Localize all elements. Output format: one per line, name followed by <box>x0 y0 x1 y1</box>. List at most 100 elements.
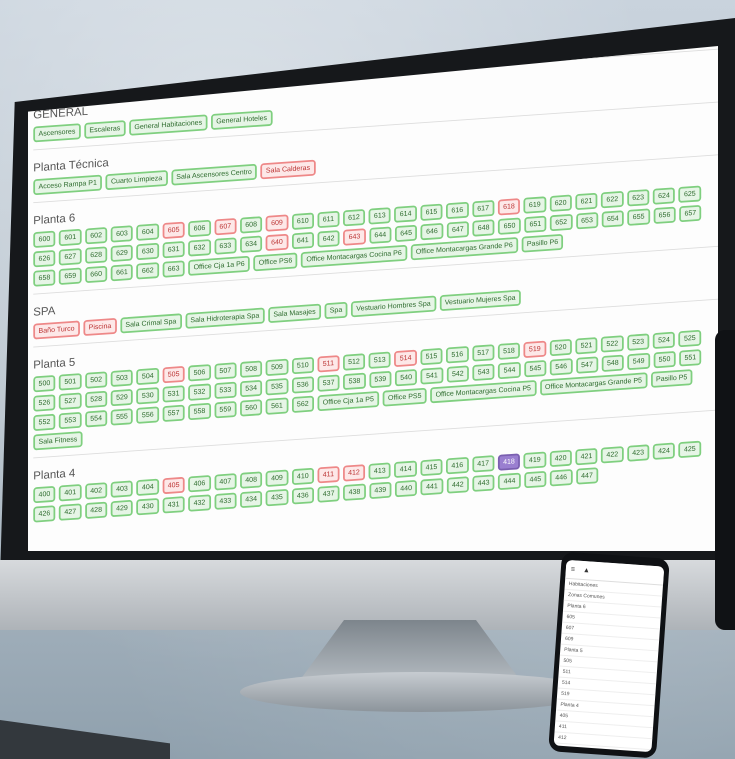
room-chip[interactable]: 648 <box>472 219 495 237</box>
room-chip[interactable]: 554 <box>84 410 108 428</box>
room-chip[interactable]: 419 <box>523 451 546 469</box>
room-chip[interactable]: 539 <box>369 370 392 389</box>
room-chip[interactable]: 617 <box>471 199 495 218</box>
room-chip[interactable]: 652 <box>550 213 573 232</box>
room-chip[interactable]: 536 <box>291 376 314 394</box>
room-chip[interactable]: 641 <box>291 231 314 250</box>
room-chip[interactable]: 433 <box>214 492 237 510</box>
room-chip[interactable]: 527 <box>59 392 82 410</box>
room-chip[interactable]: Pasillo P6 <box>521 233 564 253</box>
room-chip[interactable]: 420 <box>549 449 572 468</box>
room-chip[interactable]: 411 <box>317 465 340 484</box>
room-chip[interactable]: 520 <box>549 338 572 357</box>
room-chip[interactable]: 658 <box>33 269 56 287</box>
room-chip[interactable]: 610 <box>291 212 314 230</box>
room-chip[interactable]: 646 <box>420 222 444 241</box>
room-chip[interactable]: 534 <box>239 379 263 398</box>
room-chip[interactable]: Piscina <box>83 317 117 337</box>
room-chip[interactable]: 538 <box>343 372 366 391</box>
room-chip[interactable]: 505 <box>162 365 185 384</box>
room-chip[interactable]: 556 <box>136 406 159 424</box>
room-chip[interactable]: 558 <box>188 402 211 421</box>
room-chip[interactable]: 535 <box>265 378 289 396</box>
room-chip[interactable]: 619 <box>523 196 546 214</box>
room-chip[interactable]: 559 <box>214 401 237 419</box>
room-chip[interactable]: Office Cja 1a P5 <box>317 391 380 412</box>
room-chip[interactable]: 620 <box>549 194 572 212</box>
room-chip[interactable]: 553 <box>59 411 82 430</box>
room-chip[interactable]: 548 <box>601 354 624 372</box>
room-chip[interactable]: Sala Ascensores Centro <box>171 163 258 186</box>
room-chip[interactable]: 515 <box>420 347 443 366</box>
room-chip[interactable]: Sala Fitness <box>33 431 83 451</box>
room-chip[interactable]: 537 <box>317 374 340 392</box>
room-chip[interactable]: 540 <box>394 369 418 387</box>
room-chip[interactable]: 509 <box>265 358 289 377</box>
room-chip[interactable]: Acceso Rampa P1 <box>33 174 103 196</box>
room-chip[interactable]: 447 <box>575 467 599 485</box>
room-chip[interactable]: 429 <box>110 499 134 518</box>
room-chip[interactable]: 546 <box>550 358 573 376</box>
room-chip[interactable]: 611 <box>317 210 340 229</box>
room-chip[interactable]: 424 <box>652 442 676 460</box>
room-chip[interactable]: 603 <box>110 225 134 243</box>
room-chip[interactable]: 625 <box>678 185 701 203</box>
room-chip[interactable]: 654 <box>601 210 624 228</box>
room-chip[interactable]: 608 <box>239 216 263 234</box>
room-chip[interactable]: Vestuario Mujeres Spa <box>439 289 521 312</box>
room-chip[interactable]: 549 <box>627 352 650 371</box>
room-chip[interactable]: 414 <box>394 460 417 478</box>
room-chip[interactable]: 415 <box>420 458 443 477</box>
room-chip[interactable]: 543 <box>472 363 495 381</box>
room-chip[interactable]: Office Cja 1a P6 <box>188 255 250 276</box>
room-chip[interactable]: 441 <box>420 478 444 496</box>
room-chip[interactable]: 657 <box>679 204 702 223</box>
room-chip[interactable]: 634 <box>239 235 263 253</box>
room-chip[interactable]: 647 <box>446 221 469 239</box>
room-chip[interactable]: 655 <box>627 208 650 226</box>
room-chip[interactable]: 422 <box>601 446 624 464</box>
room-chip[interactable]: 514 <box>394 349 417 368</box>
room-chip[interactable]: 614 <box>394 205 417 223</box>
room-chip[interactable]: 407 <box>214 473 237 491</box>
room-chip[interactable]: 663 <box>162 260 185 278</box>
room-chip[interactable]: 607 <box>214 217 237 236</box>
room-chip[interactable]: 550 <box>653 350 676 369</box>
room-chip[interactable]: 512 <box>342 353 366 371</box>
room-chip[interactable]: 630 <box>136 242 159 261</box>
room-chip[interactable]: 560 <box>239 399 263 417</box>
room-chip[interactable]: General Hoteles <box>210 109 273 131</box>
room-chip[interactable]: 631 <box>162 240 185 259</box>
room-chip[interactable]: 408 <box>239 471 263 489</box>
room-chip[interactable]: Cuarto Limpieza <box>105 170 168 191</box>
room-chip[interactable]: 401 <box>59 484 82 502</box>
room-chip[interactable]: Sala Calderas <box>260 159 316 180</box>
room-chip[interactable]: 418 <box>497 453 521 471</box>
room-chip[interactable]: 507 <box>214 362 237 380</box>
room-chip[interactable]: 523 <box>626 333 650 351</box>
room-chip[interactable]: 642 <box>317 230 340 248</box>
room-chip[interactable]: 632 <box>188 239 211 257</box>
room-chip[interactable]: Sala Hidroterapia Spa <box>185 307 265 329</box>
room-chip[interactable]: Baño Turco <box>33 320 80 340</box>
room-chip[interactable]: 522 <box>601 335 624 353</box>
room-chip[interactable]: Sala Masajes <box>268 303 321 324</box>
room-chip[interactable]: 404 <box>136 478 159 497</box>
room-chip[interactable]: 439 <box>369 481 392 500</box>
room-chip[interactable]: 552 <box>33 413 56 432</box>
room-chip[interactable]: 532 <box>188 383 211 401</box>
room-chip[interactable]: 431 <box>162 496 185 514</box>
room-chip[interactable]: 443 <box>472 474 495 492</box>
room-chip[interactable]: 600 <box>33 230 56 249</box>
room-chip[interactable]: 427 <box>59 503 82 521</box>
room-chip[interactable]: 530 <box>136 387 159 405</box>
room-chip[interactable]: 430 <box>136 497 159 516</box>
room-chip[interactable]: 662 <box>136 262 159 280</box>
room-chip[interactable]: 516 <box>446 346 469 364</box>
room-chip[interactable]: 661 <box>110 263 134 282</box>
room-chip[interactable]: 413 <box>368 462 391 480</box>
room-chip[interactable]: 562 <box>291 395 314 414</box>
room-chip[interactable]: Sala Crimal Spa <box>120 313 182 334</box>
room-chip[interactable]: 504 <box>136 367 159 386</box>
room-chip[interactable]: 410 <box>291 467 314 486</box>
